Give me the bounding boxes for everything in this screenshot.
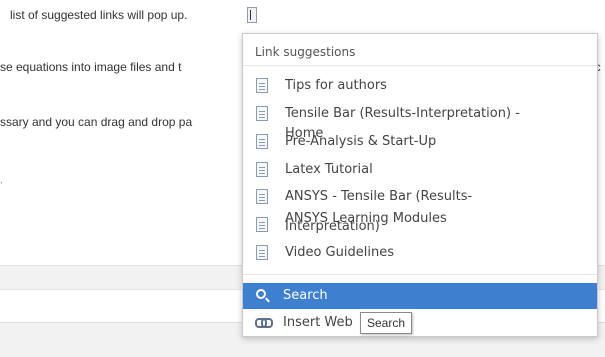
search-option-label: Search (283, 288, 328, 303)
popup-divider (243, 274, 597, 275)
document-icon (256, 106, 268, 121)
insert-web-link-option[interactable]: Insert Web (243, 310, 597, 336)
suggestion-item[interactable]: Tips for authors (243, 74, 597, 102)
document-icon (256, 189, 268, 204)
suggestion-item[interactable]: Latex Tutorial (243, 158, 597, 185)
cursor-placeholder[interactable] (247, 7, 257, 23)
document-icon (256, 78, 268, 93)
suggestion-label: Tips for authors (285, 78, 387, 93)
link-suggestions-popup: Link suggestions Tips for authors Tensil… (242, 33, 598, 337)
suggestion-item[interactable]: ANSYS - Tensile Bar (Results- (243, 185, 597, 213)
editor-text-line: se equations into image files and t (0, 60, 182, 74)
suggestion-label: ANSYS - Tensile Bar (Results- (285, 189, 473, 204)
suggestion-label: Video Guidelines (285, 245, 394, 260)
suggestion-label: Tensile Bar (Results-Interpretation) - (285, 106, 520, 121)
document-icon (256, 162, 268, 177)
suggestion-label: Pre-Analysis & Start-Up (285, 134, 437, 149)
link-icon (255, 318, 273, 328)
editor-text-line: ssary and you can drag and drop pa (0, 115, 193, 129)
popup-header-divider (243, 65, 597, 66)
search-option[interactable]: Search (243, 283, 597, 309)
suggestion-item[interactable]: Home Pre-Analysis & Start-Up (243, 126, 597, 158)
editor-text-line: list of suggested links will pop up. (10, 8, 188, 22)
editor-text-line: , (0, 175, 3, 186)
document-icon (256, 245, 268, 260)
suggestion-label: Latex Tutorial (285, 162, 373, 177)
popup-title: Link suggestions (255, 45, 356, 59)
search-icon (256, 289, 266, 299)
suggestion-label: ANSYS Learning Modules (285, 211, 447, 226)
suggestion-list: Tips for authors Tensile Bar (Results-In… (243, 74, 597, 269)
suggestion-item[interactable]: Video Guidelines (243, 241, 597, 269)
insert-web-label: Insert Web (283, 315, 353, 330)
search-tooltip: Search (360, 312, 413, 334)
document-icon (256, 134, 268, 149)
suggestion-item[interactable]: Interpretation) ANSYS Learning Modules (243, 211, 597, 241)
document-icon (256, 217, 268, 232)
